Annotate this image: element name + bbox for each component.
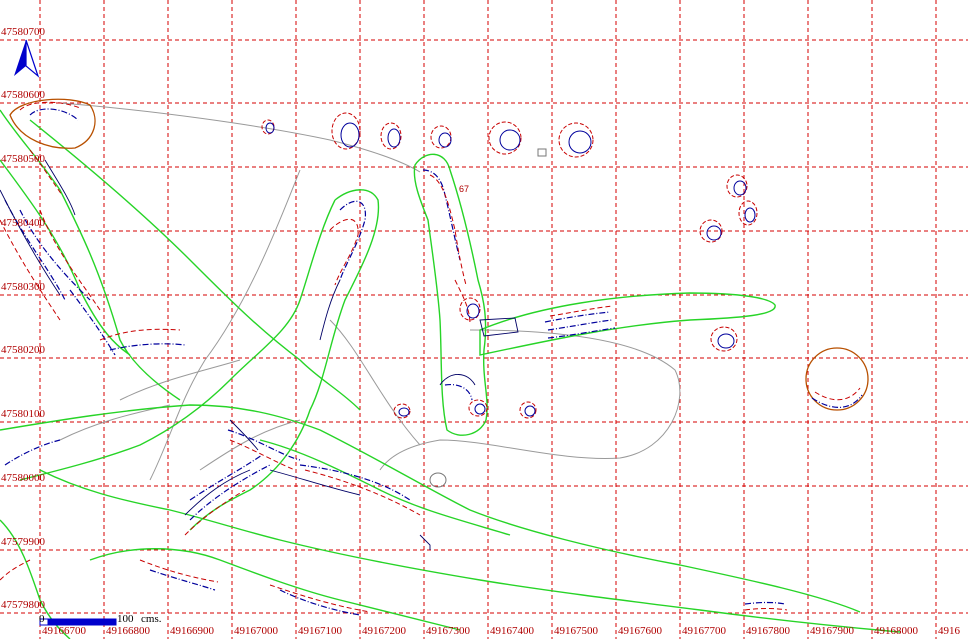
scale-end-label: 100 bbox=[117, 613, 134, 625]
x-label: 49167400 bbox=[490, 625, 535, 637]
x-label: 49167200 bbox=[362, 625, 407, 637]
y-label: 47580200 bbox=[1, 344, 46, 356]
x-label: 49167500 bbox=[554, 625, 599, 637]
x-label: 49166900 bbox=[170, 625, 215, 637]
x-label: 49166800 bbox=[106, 625, 151, 637]
y-label: 47579800 bbox=[1, 599, 46, 611]
y-label: 47580100 bbox=[1, 408, 46, 420]
x-label: 49167800 bbox=[746, 625, 791, 637]
site-plan-map: 47580700 47580600 47580500 47580400 4758… bbox=[0, 0, 968, 639]
y-label: 47579900 bbox=[1, 536, 46, 548]
x-label: 49167000 bbox=[234, 625, 279, 637]
x-label: 49166700 bbox=[42, 625, 87, 637]
scale-unit-label: cms. bbox=[141, 613, 162, 625]
x-label: 49167100 bbox=[298, 625, 343, 637]
x-label: 49167300 bbox=[426, 625, 471, 637]
y-label: 47580600 bbox=[1, 89, 46, 101]
x-label: 49168000 bbox=[874, 625, 919, 637]
x-label: 4916 bbox=[938, 625, 961, 637]
y-label: 47580700 bbox=[1, 26, 46, 38]
y-label: 47580000 bbox=[1, 472, 46, 484]
x-label: 49167700 bbox=[682, 625, 727, 637]
x-label: 49167600 bbox=[618, 625, 663, 637]
y-label: 47580500 bbox=[1, 153, 46, 165]
y-label: 47580400 bbox=[1, 217, 46, 229]
feature-label: 67 bbox=[459, 184, 469, 194]
x-label: 49167900 bbox=[810, 625, 855, 637]
x-axis-labels: 49166700 49166800 49166900 49167000 4916… bbox=[42, 625, 961, 637]
y-label: 47580300 bbox=[1, 281, 46, 293]
scale-start-label: 0 bbox=[39, 613, 45, 625]
